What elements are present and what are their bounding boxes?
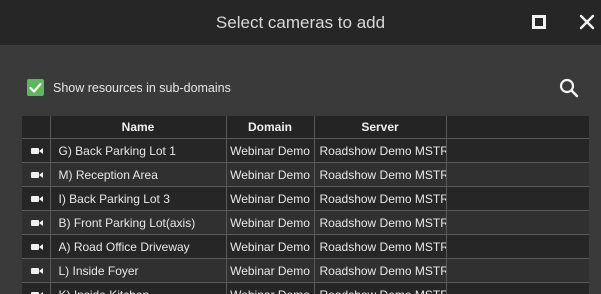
dialog-title: Select cameras to add (215, 13, 386, 32)
camera-server: Roadshow Demo MSTR (314, 258, 447, 283)
camera-domain: Webinar Demo (226, 282, 315, 294)
row-icon-cell (22, 258, 51, 283)
table-header-row: Name Domain Server (22, 116, 589, 139)
camera-domain: Webinar Demo (226, 210, 315, 235)
camera-name: K) Inside Kitchen (50, 282, 227, 294)
camera-server: Roadshow Demo MSTR (314, 282, 447, 294)
maximize-icon[interactable] (532, 15, 546, 29)
row-filler (446, 282, 589, 294)
camera-server: Roadshow Demo MSTR (314, 234, 447, 259)
camera-server: Roadshow Demo MSTR (314, 210, 447, 235)
camera-name: M) Reception Area (50, 162, 227, 187)
camera-icon (31, 244, 43, 250)
sub-domains-label[interactable]: Show resources in sub-domains (53, 79, 231, 97)
row-icon-cell (22, 186, 51, 211)
camera-domain: Webinar Demo (226, 234, 315, 259)
row-icon-cell (22, 282, 51, 294)
row-icon-cell (22, 234, 51, 259)
table-row[interactable]: I) Back Parking Lot 3 Webinar Demo Roads… (22, 186, 589, 211)
row-filler (446, 138, 589, 163)
row-icon-cell (22, 162, 51, 187)
select-cameras-dialog: Select cameras to add Show resources in … (0, 0, 601, 294)
table-row[interactable]: L) Inside Foyer Webinar Demo Roadshow De… (22, 258, 589, 283)
camera-domain: Webinar Demo (226, 162, 315, 187)
camera-server: Roadshow Demo MSTR (314, 138, 447, 163)
table-row[interactable]: K) Inside Kitchen Webinar Demo Roadshow … (22, 282, 589, 294)
row-filler (446, 234, 589, 259)
row-filler (446, 210, 589, 235)
camera-name: A) Road Office Driveway (50, 234, 227, 259)
column-header-name[interactable]: Name (50, 116, 227, 139)
row-filler (446, 258, 589, 283)
camera-server: Roadshow Demo MSTR (314, 186, 447, 211)
camera-icon (31, 268, 43, 274)
camera-icon (31, 172, 43, 178)
column-header-domain[interactable]: Domain (226, 116, 315, 139)
table-row[interactable]: B) Front Parking Lot(axis) Webinar Demo … (22, 210, 589, 235)
column-header-server[interactable]: Server (314, 116, 447, 139)
row-icon-cell (22, 138, 51, 163)
camera-icon (31, 220, 43, 226)
search-icon[interactable] (558, 77, 580, 99)
camera-name: L) Inside Foyer (50, 258, 227, 283)
camera-domain: Webinar Demo (226, 138, 315, 163)
checkmark-icon (29, 82, 42, 93)
row-filler (446, 162, 589, 187)
table-row[interactable]: G) Back Parking Lot 1 Webinar Demo Roads… (22, 138, 589, 163)
column-header-icon[interactable] (22, 116, 51, 139)
camera-icon (31, 196, 43, 202)
camera-server: Roadshow Demo MSTR (314, 162, 447, 187)
close-icon[interactable] (576, 11, 598, 33)
cameras-table: Name Domain Server G) Back Parking Lot 1… (22, 116, 589, 294)
camera-name: G) Back Parking Lot 1 (50, 138, 227, 163)
column-header-filler (446, 116, 589, 139)
row-icon-cell (22, 210, 51, 235)
camera-name: B) Front Parking Lot(axis) (50, 210, 227, 235)
table-row[interactable]: M) Reception Area Webinar Demo Roadshow … (22, 162, 589, 187)
camera-name: I) Back Parking Lot 3 (50, 186, 227, 211)
camera-icon (31, 148, 43, 154)
sub-domains-checkbox[interactable] (27, 79, 44, 96)
camera-domain: Webinar Demo (226, 258, 315, 283)
table-row[interactable]: A) Road Office Driveway Webinar Demo Roa… (22, 234, 589, 259)
camera-domain: Webinar Demo (226, 186, 315, 211)
title-bar: Select cameras to add (0, 0, 601, 45)
row-filler (446, 186, 589, 211)
